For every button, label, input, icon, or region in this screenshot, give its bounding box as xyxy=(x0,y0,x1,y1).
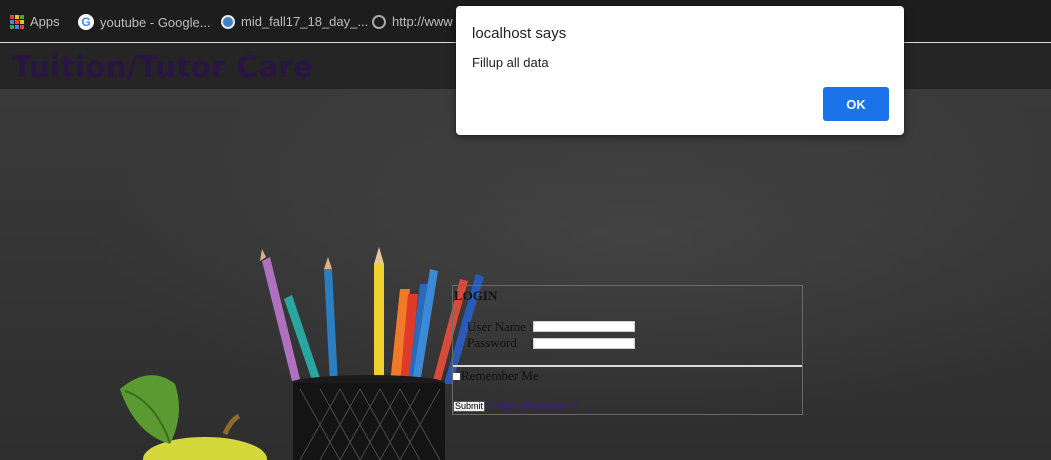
bookmark-label: Apps xyxy=(30,14,60,29)
bookmark-mid-fall[interactable]: mid_fall17_18_day_... xyxy=(221,14,368,29)
google-icon: G xyxy=(78,14,94,30)
submit-button[interactable]: Submit xyxy=(453,401,486,412)
remember-row: Remember Me xyxy=(453,368,539,384)
dialog-title: localhost says xyxy=(472,25,567,42)
forgot-password-link[interactable]: Forgot Password? xyxy=(485,398,578,414)
bookmark-youtube[interactable]: G youtube - Google... xyxy=(78,14,211,30)
username-input[interactable] xyxy=(533,321,635,332)
bookmark-label: youtube - Google... xyxy=(100,14,211,30)
bookmark-label: http://www xyxy=(392,14,453,29)
apps-grid-icon xyxy=(10,14,24,29)
bookmark-apps[interactable]: Apps xyxy=(10,14,60,29)
dialog-message: Fillup all data xyxy=(472,55,549,70)
globe-icon xyxy=(372,14,386,29)
password-input[interactable] xyxy=(533,338,635,349)
login-form: LOGIN User Name : Password : Remember Me… xyxy=(452,285,803,415)
alert-dialog: localhost says Fillup all data OK xyxy=(456,6,904,135)
site-title: Tuition/Tutor Care xyxy=(12,50,314,84)
password-label: Password : xyxy=(467,335,534,350)
divider xyxy=(453,365,802,367)
ok-button[interactable]: OK xyxy=(823,87,889,121)
remember-checkbox[interactable] xyxy=(453,372,460,380)
bookmark-http[interactable]: http://www xyxy=(372,14,453,29)
username-label: User Name : xyxy=(467,319,533,334)
bookmark-label: mid_fall17_18_day_... xyxy=(241,14,369,29)
remember-label: Remember Me xyxy=(461,368,539,383)
blue-ball-icon xyxy=(221,14,235,29)
login-title: LOGIN xyxy=(454,288,498,303)
